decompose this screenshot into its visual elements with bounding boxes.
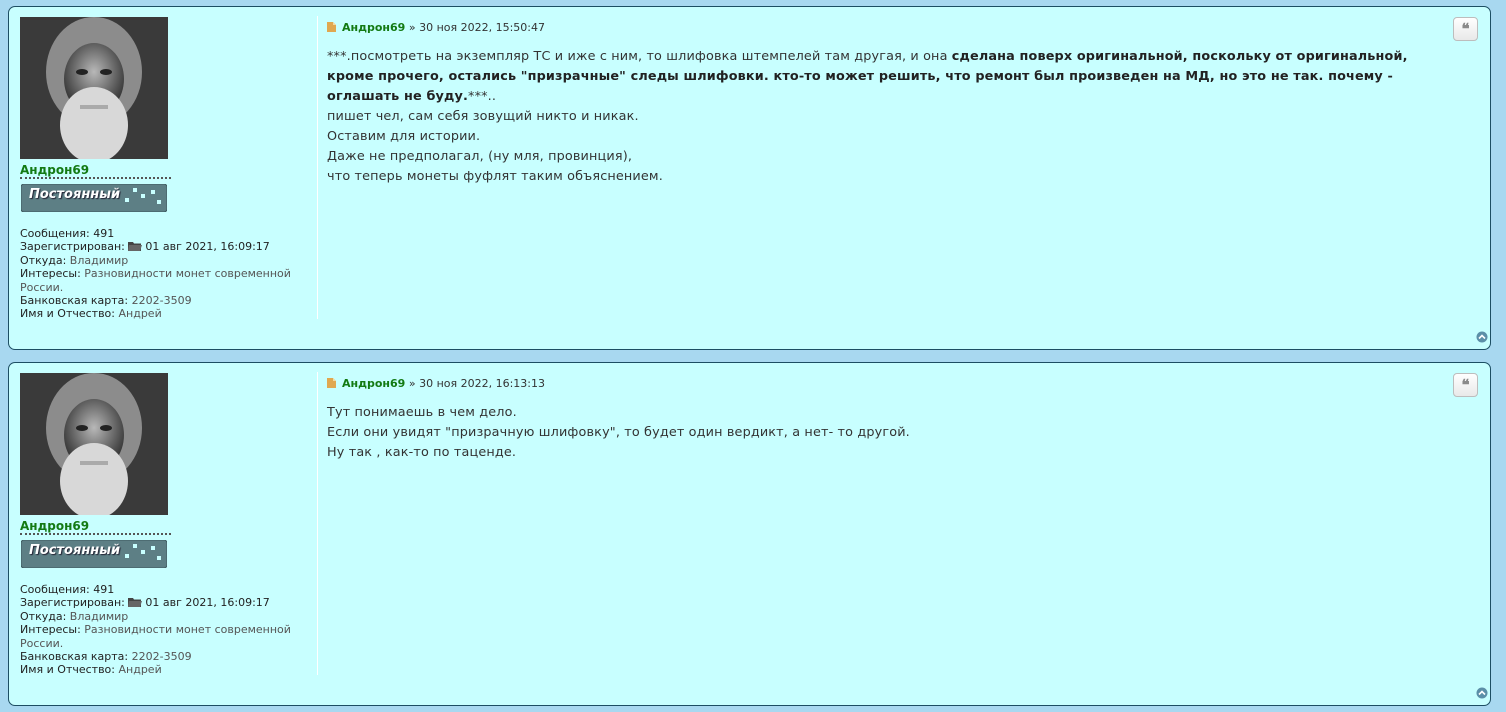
quote-icon: ❝ bbox=[1461, 376, 1470, 394]
rank-label: Постоянный bbox=[29, 543, 121, 558]
folder-icon bbox=[128, 242, 143, 252]
column-divider bbox=[317, 16, 318, 319]
messages-label: Сообщения: bbox=[20, 583, 90, 596]
post-content: ***.посмотреть на экземпляр ТС и иже с н… bbox=[327, 47, 1430, 187]
content-text: ***.посмотреть на экземпляр ТС и иже с н… bbox=[327, 49, 952, 64]
content-line: Оставим для истории. bbox=[327, 129, 481, 144]
rank-badge: Постоянный bbox=[21, 540, 167, 568]
from-value: Владимир bbox=[69, 609, 129, 623]
interests-label: Интересы: bbox=[20, 267, 81, 281]
content-paragraph: ***.посмотреть на экземпляр ТС и иже с н… bbox=[327, 47, 1430, 107]
quote-button[interactable]: ❝ bbox=[1453, 373, 1478, 397]
profile-details: Сообщения: 491 Зарегистрирован: 01 авг 2… bbox=[20, 583, 310, 677]
content-line: что теперь монеты фуфлят таким объяснени… bbox=[327, 169, 663, 184]
post-file-icon[interactable] bbox=[327, 22, 336, 32]
post-date: » 30 ноя 2022, 16:13:13 bbox=[408, 377, 545, 390]
username[interactable]: Андрон69 bbox=[20, 519, 89, 533]
from-label: Откуда: bbox=[20, 253, 67, 267]
name-label: Имя и Отчество: bbox=[20, 663, 115, 677]
quote-icon: ❝ bbox=[1461, 20, 1470, 38]
quote-button[interactable]: ❝ bbox=[1453, 17, 1478, 41]
content-line: Если они увидят "призрачную шлифовку", т… bbox=[327, 425, 910, 440]
divider bbox=[20, 177, 171, 179]
content-line: пишет чел, сам себя зовущий никто и ника… bbox=[327, 109, 639, 124]
folder-icon bbox=[128, 598, 143, 608]
avatar[interactable] bbox=[20, 17, 168, 159]
registered-value: 01 авг 2021, 16:09:17 bbox=[145, 596, 270, 610]
post-file-icon[interactable] bbox=[327, 378, 336, 388]
card-label: Банковская карта: bbox=[20, 294, 129, 308]
post: Андрон69 Постоянный Сообщения: 491 Зарег… bbox=[8, 6, 1491, 350]
registered-label: Зарегистрирован: bbox=[20, 240, 125, 254]
post: Андрон69 Постоянный Сообщения: 491 Зарег… bbox=[8, 362, 1491, 706]
post-body: Андрон69 » 30 ноя 2022, 15:50:47 ***.пос… bbox=[327, 21, 1430, 187]
column-divider bbox=[317, 372, 318, 675]
messages-value[interactable]: 491 bbox=[93, 583, 114, 596]
avatar[interactable] bbox=[20, 373, 168, 515]
post-author-line: Андрон69 » 30 ноя 2022, 15:50:47 bbox=[327, 21, 1430, 37]
post-content: Тут понимаешь в чем дело. Если они увидя… bbox=[327, 403, 1430, 463]
interests-label: Интересы: bbox=[20, 623, 81, 637]
registered-value: 01 авг 2021, 16:09:17 bbox=[145, 240, 270, 254]
messages-label: Сообщения: bbox=[20, 227, 90, 240]
profile-details: Сообщения: 491 Зарегистрирован: 01 авг 2… bbox=[20, 227, 310, 321]
from-label: Откуда: bbox=[20, 609, 67, 623]
post-date: » 30 ноя 2022, 15:50:47 bbox=[408, 21, 545, 34]
content-line: Ну так , как-то по таценде. bbox=[327, 445, 517, 460]
content-line: Тут понимаешь в чем дело. bbox=[327, 405, 517, 420]
name-label: Имя и Отчество: bbox=[20, 307, 115, 321]
messages-value[interactable]: 491 bbox=[93, 227, 114, 240]
from-value: Владимир bbox=[69, 253, 129, 267]
post-author[interactable]: Андрон69 bbox=[342, 21, 405, 34]
rank-label: Постоянный bbox=[29, 187, 121, 202]
arrow-up-circle-icon[interactable] bbox=[1476, 687, 1488, 699]
name-value: Андрей bbox=[118, 307, 162, 321]
username[interactable]: Андрон69 bbox=[20, 163, 89, 177]
card-value: 2202-3509 bbox=[131, 294, 192, 308]
post-author[interactable]: Андрон69 bbox=[342, 377, 405, 390]
divider bbox=[20, 533, 171, 535]
registered-label: Зарегистрирован: bbox=[20, 596, 125, 610]
content-line: Даже не предполагал, (ну мля, провинция)… bbox=[327, 149, 633, 164]
arrow-up-circle-icon[interactable] bbox=[1476, 331, 1488, 343]
content-text: ***.. bbox=[468, 89, 497, 104]
name-value: Андрей bbox=[118, 663, 162, 677]
rank-badge: Постоянный bbox=[21, 184, 167, 212]
card-label: Банковская карта: bbox=[20, 650, 129, 664]
card-value: 2202-3509 bbox=[131, 650, 192, 664]
post-author-line: Андрон69 » 30 ноя 2022, 16:13:13 bbox=[327, 377, 1430, 393]
post-body: Андрон69 » 30 ноя 2022, 16:13:13 Тут пон… bbox=[327, 377, 1430, 463]
